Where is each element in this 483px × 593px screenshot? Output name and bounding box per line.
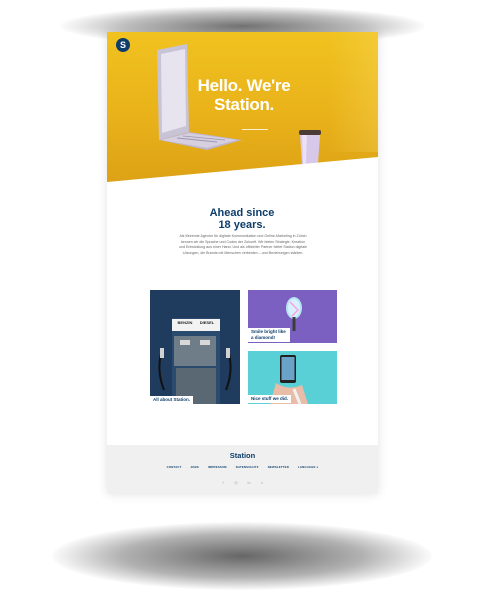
hero-title: Hello. We're Station.: [197, 76, 291, 114]
tile-about-station[interactable]: BENZIN DIESEL All about Station.: [150, 290, 240, 404]
linkedin-icon[interactable]: in: [247, 481, 251, 485]
hero-wall-shade: [328, 32, 378, 152]
footer-link-newsletter[interactable]: NEWSLETTER: [268, 465, 289, 469]
tile-work-label: Nice stuff we did.: [248, 395, 292, 403]
facebook-icon[interactable]: f: [221, 481, 225, 485]
footer-socials: f ◎ in v: [107, 481, 378, 485]
tile-diamond[interactable]: Smile bright like a diamond!: [248, 290, 337, 343]
footer-nav: CONTACT JOBS IMPRESSUM DATENSCHUTZ NEWSL…: [107, 465, 378, 469]
hero-divider: [242, 129, 268, 130]
footer: Station CONTACT JOBS IMPRESSUM DATENSCHU…: [107, 445, 378, 494]
about-heading: Ahead since 18 years.: [209, 207, 275, 231]
instagram-icon[interactable]: ◎: [234, 481, 238, 485]
pump-label-diesel: DIESEL: [199, 320, 215, 325]
pump-label-benzin: BENZIN: [177, 320, 193, 325]
chevron-down-icon: v: [316, 465, 319, 469]
tile-work[interactable]: Nice stuff we did.: [248, 351, 337, 404]
about-paragraph: Als führende Agentur für digitale Kommun…: [179, 234, 307, 255]
vimeo-icon[interactable]: v: [260, 481, 264, 485]
website-mockup: S Hello. We're Station. Ahead since 18 y…: [107, 32, 378, 494]
footer-link-language[interactable]: LANGUAGE v: [298, 465, 318, 469]
bottom-drop-shadow: [52, 522, 432, 590]
coffee-cup-illustration: [299, 130, 321, 164]
station-logo[interactable]: S: [116, 38, 130, 52]
footer-language-label: LANGUAGE: [297, 465, 316, 469]
tile-diamond-label: Smile bright like a diamond!: [248, 328, 290, 342]
footer-brand[interactable]: Station: [107, 451, 378, 460]
gas-pump-image: [150, 290, 240, 404]
tile-about-label: All about Station.: [150, 396, 193, 404]
footer-link-contact[interactable]: CONTACT: [167, 465, 182, 469]
footer-link-impressum[interactable]: IMPRESSUM: [208, 465, 227, 469]
footer-link-datenschutz[interactable]: DATENSCHUTZ: [236, 465, 259, 469]
footer-link-jobs[interactable]: JOBS: [191, 465, 199, 469]
